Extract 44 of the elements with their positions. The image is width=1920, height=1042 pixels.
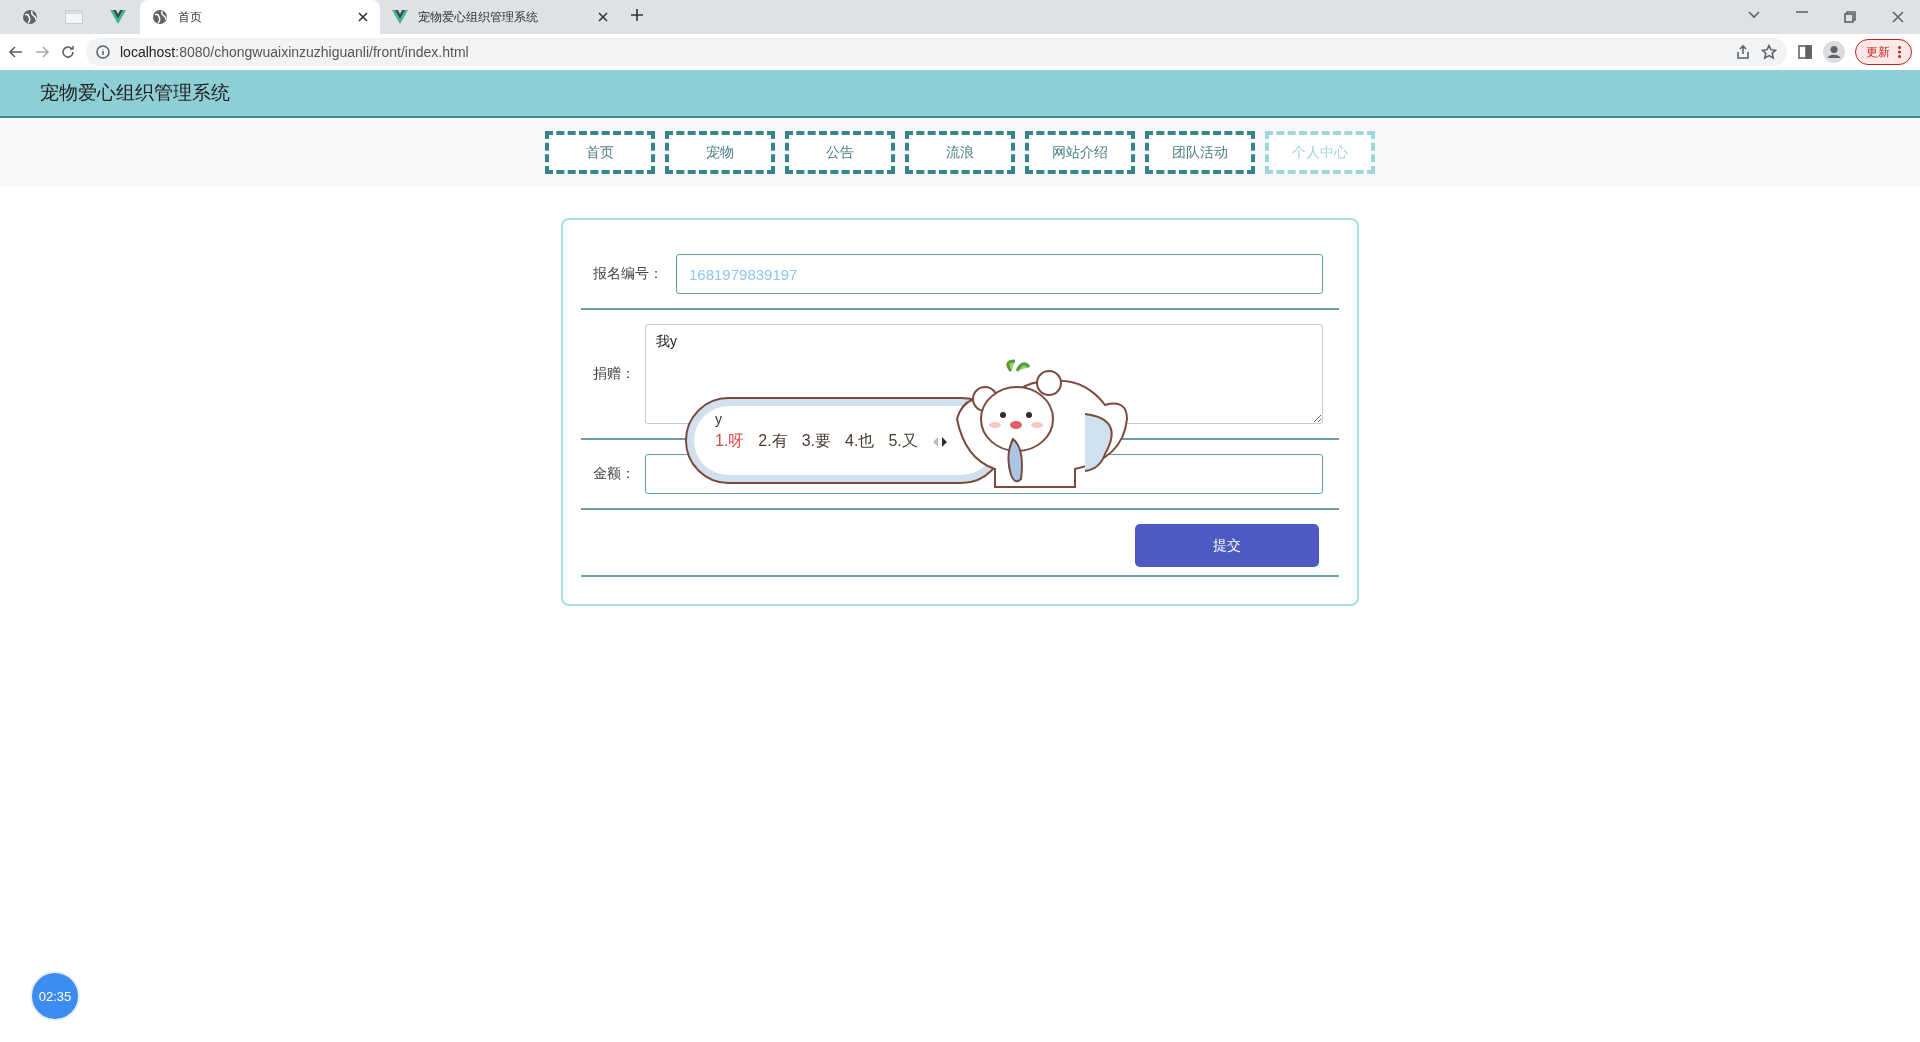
field-label: 报名编号： <box>592 265 663 283</box>
reload-icon[interactable] <box>60 44 76 60</box>
nav-tab[interactable]: 团队活动 <box>1145 131 1255 174</box>
nav-tab[interactable]: 宠物 <box>665 131 775 174</box>
tab-title: 宠物爱心组织管理系统 <box>418 8 539 26</box>
nav-tab[interactable]: 流浪 <box>905 131 1015 174</box>
address-bar[interactable]: localhost:8080/chongwuaixinzuzhiguanli/front/index.html <box>86 38 1787 66</box>
chevron-down-icon[interactable] <box>1748 11 1760 19</box>
timer-badge: 02:35 <box>30 971 80 1021</box>
share-icon[interactable] <box>1735 44 1751 60</box>
profile-avatar-icon[interactable] <box>1823 41 1845 63</box>
v-logo-icon <box>110 10 126 24</box>
ime-composition: y <box>715 411 722 427</box>
url-text: localhost:8080/chongwuaixinzuzhiguanli/front/index.html <box>120 44 470 60</box>
star-icon[interactable] <box>1761 44 1777 60</box>
nav-tab[interactable]: 网站介绍 <box>1025 131 1135 174</box>
ime-candidate[interactable]: 5.又 <box>888 431 918 452</box>
nav-tab[interactable]: 公告 <box>785 131 895 174</box>
info-icon[interactable] <box>96 45 110 59</box>
app-title: 宠物爱心组织管理系统 <box>40 81 230 105</box>
close-icon[interactable] <box>598 12 608 22</box>
page-icon <box>65 10 83 24</box>
back-arrow-icon[interactable] <box>8 44 24 60</box>
globe-icon <box>152 9 168 25</box>
v-logo-icon <box>392 10 408 24</box>
ime-candidate[interactable]: 4.也 <box>845 431 875 452</box>
side-panel-icon[interactable] <box>1797 44 1813 60</box>
tab-title: 首页 <box>178 8 203 26</box>
more-icon <box>1898 46 1901 58</box>
page-arrows-icon[interactable] <box>931 436 948 447</box>
ime-candidate[interactable]: 1.呀 <box>715 431 745 452</box>
restore-icon[interactable] <box>1844 11 1856 23</box>
field-label: 金额： <box>592 465 635 483</box>
field-label: 捐赠： <box>592 365 635 383</box>
ime-candidate[interactable]: 2.有 <box>758 431 788 452</box>
submit-button[interactable]: 提交 <box>1135 524 1319 567</box>
nav-tab[interactable]: 首页 <box>545 131 655 174</box>
update-button[interactable]: 更新 <box>1855 39 1912 65</box>
ime-candidate[interactable]: 3.要 <box>801 431 832 452</box>
browser-tab[interactable]: 宠物爱心组织管理系统 <box>380 0 620 34</box>
globe-icon <box>22 9 38 25</box>
browser-tab[interactable]: 首页 <box>140 0 380 34</box>
close-icon[interactable] <box>358 12 368 22</box>
plus-icon[interactable] <box>630 8 644 22</box>
